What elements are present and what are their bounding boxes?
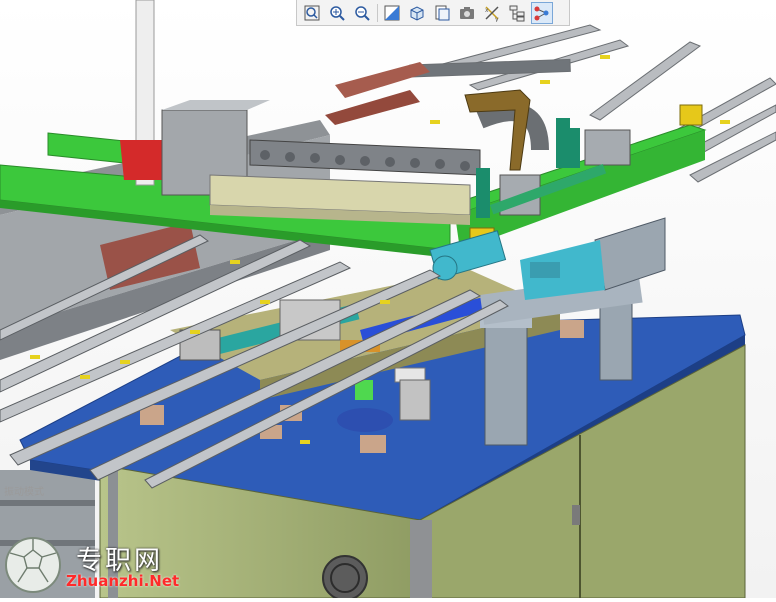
faded-viewport-label: 振动模式 <box>4 487 44 498</box>
datum-display-icon: xy <box>485 5 499 22</box>
model-tree-button[interactable] <box>506 2 528 24</box>
shading-button[interactable] <box>406 2 428 24</box>
network-nodes-icon <box>534 6 549 20</box>
shading-cube-icon <box>410 5 424 21</box>
view-orientation-button[interactable] <box>381 2 403 24</box>
toolbar-separator <box>377 3 378 22</box>
zoom-in-button[interactable] <box>326 2 348 24</box>
soccer-ball-logo-icon <box>5 537 61 593</box>
watermark-url-text: Zhuanzhi.Net <box>66 572 180 590</box>
site-watermark: 专职网 Zhuanzhi.Net <box>4 536 204 596</box>
network-view-button[interactable] <box>531 1 553 24</box>
tree-structure-icon <box>509 5 525 21</box>
camera-icon <box>460 6 474 19</box>
cad-3d-viewport[interactable] <box>0 0 776 601</box>
svg-text:x: x <box>485 7 489 14</box>
zoom-in-icon <box>330 5 345 21</box>
zoom-out-icon <box>355 5 370 21</box>
view-orientation-icon <box>384 5 400 20</box>
view-toolbar: xy <box>296 0 570 26</box>
datum-display-button[interactable]: xy <box>481 2 503 24</box>
zoom-out-button[interactable] <box>351 2 373 24</box>
svg-text:y: y <box>495 16 499 22</box>
saved-views-button[interactable] <box>431 2 453 24</box>
screenshot-button[interactable] <box>456 2 478 24</box>
zoom-fit-button[interactable] <box>301 2 323 24</box>
machine-model <box>0 0 776 601</box>
zoom-fit-icon <box>304 5 320 20</box>
saved-views-icon <box>435 5 450 20</box>
